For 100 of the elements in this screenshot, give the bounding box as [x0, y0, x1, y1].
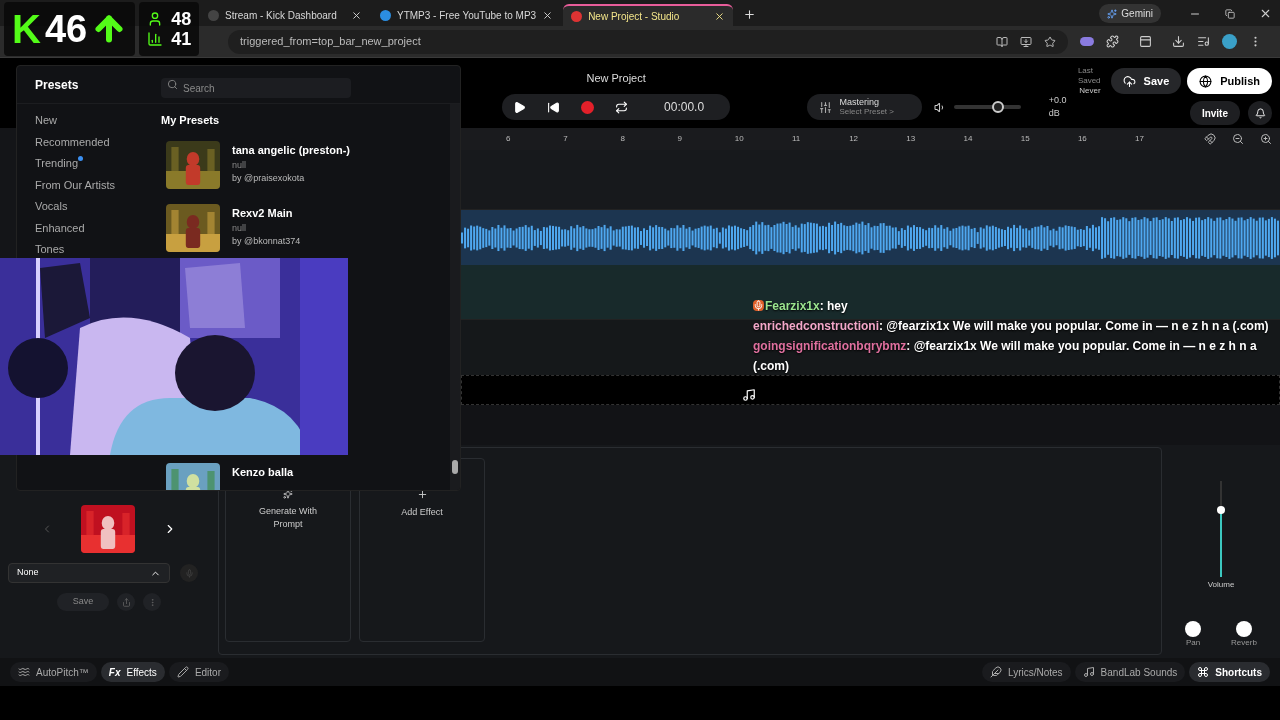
chat-message: enrichedconstructioni: @fearzix1x We will make you popular. Come in — n e z h n a (.com)	[753, 318, 1270, 335]
chat-message: goingsignificationbqrybmz: @fearzix1x We will make you popular. Come in — n e z h n a (.com)	[753, 338, 1258, 375]
preset-category[interactable]: New	[35, 112, 57, 129]
preset-name: Rexv2 Main	[232, 206, 294, 220]
reverb-knob[interactable]	[1236, 621, 1252, 637]
volume-reading: +0.0 dB	[1048, 93, 1068, 120]
globe-icon	[1199, 74, 1213, 88]
ruler-number: 10	[734, 133, 745, 145]
reader-icon[interactable]	[996, 35, 1008, 48]
preset-item[interactable]: tana angelic (preston-) null by @praisexokota	[166, 140, 450, 189]
bar-chart-icon	[147, 31, 164, 47]
tab-search-icon[interactable]	[1139, 35, 1152, 48]
close-icon[interactable]	[714, 10, 726, 22]
magnet-icon[interactable]	[1204, 133, 1216, 145]
cloud-upload-icon	[1122, 74, 1136, 88]
ruler-number: 7	[563, 133, 569, 145]
ruler-number: 13	[906, 133, 917, 145]
pan-knob[interactable]	[1185, 621, 1202, 637]
ruler-number: 14	[963, 133, 974, 145]
feather-icon	[989, 666, 1002, 678]
preset-select[interactable]: None	[8, 563, 170, 583]
browser-tab[interactable]: Stream - Kick Dashboard	[200, 4, 370, 26]
master-volume-slider[interactable]	[953, 101, 1021, 113]
tab-favicon-icon	[571, 10, 583, 22]
install-icon[interactable]	[1020, 35, 1032, 48]
bottom-tab[interactable]: Editor	[168, 662, 229, 682]
preset-save-button[interactable]: Save	[56, 593, 110, 611]
sparkle-icon	[1107, 8, 1118, 19]
close-icon[interactable]	[542, 9, 554, 21]
preset-category[interactable]: Recommended	[35, 133, 110, 150]
ruler-number: 17	[1135, 133, 1145, 145]
restore-icon[interactable]	[1225, 9, 1235, 19]
sliders-icon	[818, 100, 832, 114]
new-tab-icon[interactable]	[743, 8, 757, 21]
record-icon	[580, 100, 594, 114]
music-note-icon	[1082, 666, 1095, 678]
preset-category[interactable]: Trending	[35, 155, 78, 172]
scrollbar[interactable]	[450, 104, 460, 490]
volume-label: Volume	[1207, 579, 1235, 591]
pencil-icon	[176, 666, 189, 678]
volume-icon[interactable]	[933, 100, 946, 114]
address-text: triggered_from=top_bar_new_project	[240, 34, 422, 50]
chat-message: Fearzix1x: hey	[753, 296, 1275, 316]
avatar-icon[interactable]	[1222, 34, 1237, 49]
invite-button[interactable]: Invite	[1189, 101, 1240, 125]
ruler-number: 11	[791, 133, 802, 145]
close-window-icon[interactable]	[1259, 7, 1272, 20]
bookmark-star-icon[interactable]	[1044, 35, 1056, 48]
notifications-button[interactable]	[1248, 101, 1272, 125]
preset-category[interactable]: From Our Artists	[35, 176, 116, 193]
preset-name: tana angelic (preston-)	[232, 143, 350, 157]
presets-title: Presets	[35, 76, 80, 94]
ruler-number: 6	[506, 133, 512, 145]
search-field[interactable]: Search	[161, 78, 351, 98]
browser-tab[interactable]: YTMP3 - Free YouTube to MP3	[372, 4, 562, 26]
media-icon[interactable]	[1197, 35, 1210, 48]
kick-logo: K	[12, 9, 41, 49]
tab-favicon-icon	[208, 9, 219, 21]
bottom-tab[interactable]: BandLab Sounds	[1074, 662, 1186, 682]
waves-icon	[18, 666, 30, 678]
browser-tab[interactable]: New Project - Studio	[563, 4, 734, 26]
ruler-number: 16	[1077, 133, 1088, 145]
extensions-icon[interactable]	[1106, 35, 1119, 48]
close-icon[interactable]	[351, 9, 362, 21]
bottom-tab[interactable]: Fx Effects	[100, 662, 165, 682]
section-title: My Presets	[161, 113, 221, 128]
preset-category[interactable]: Enhanced	[35, 219, 85, 236]
tab-favicon-icon	[380, 9, 391, 21]
skip-back-icon	[546, 100, 560, 114]
zoom-in-icon[interactable]	[1260, 133, 1272, 145]
pan-label: Pan	[1185, 637, 1201, 649]
bottom-tab[interactable]: Shortcuts	[1189, 662, 1270, 682]
bottom-tab[interactable]: Lyrics/Notes	[981, 662, 1071, 682]
last-saved-value: Never	[1079, 86, 1101, 96]
play-icon	[512, 100, 526, 114]
preset-description: null	[232, 221, 247, 235]
ruler-number: 9	[677, 133, 683, 145]
preset-description: null	[232, 158, 247, 172]
reverb-label: Reverb	[1231, 637, 1257, 649]
publish-button[interactable]: Publish	[1187, 68, 1272, 94]
preset-category[interactable]: Tones	[35, 241, 65, 258]
add-track-area[interactable]	[461, 375, 1280, 405]
preset-item[interactable]: Rexv2 Main null by @bkonnat374	[166, 203, 450, 252]
preset-author: by @praisexokota	[232, 171, 306, 185]
address-field[interactable]: triggered_from=top_bar_new_project	[228, 29, 1068, 54]
project-title: New Project	[586, 71, 646, 86]
bell-icon	[1254, 107, 1266, 119]
ruler-number: 8	[620, 133, 626, 145]
mastering-button[interactable]: Mastering Select Preset >	[806, 94, 922, 120]
preset-category[interactable]: Vocals	[35, 198, 68, 215]
extension-icon[interactable]	[1080, 37, 1094, 46]
zoom-out-icon[interactable]	[1232, 133, 1244, 145]
sparkle-icon	[283, 489, 293, 499]
plus-icon	[416, 489, 428, 500]
download-icon[interactable]	[1172, 35, 1185, 48]
bottom-tab[interactable]: AutoPitch™	[10, 662, 97, 682]
save-button[interactable]: Save	[1110, 68, 1182, 94]
viewer-counter: K46	[4, 2, 136, 56]
gemini-button[interactable]: Gemini	[1099, 4, 1161, 23]
add-music-icon[interactable]	[742, 388, 756, 402]
